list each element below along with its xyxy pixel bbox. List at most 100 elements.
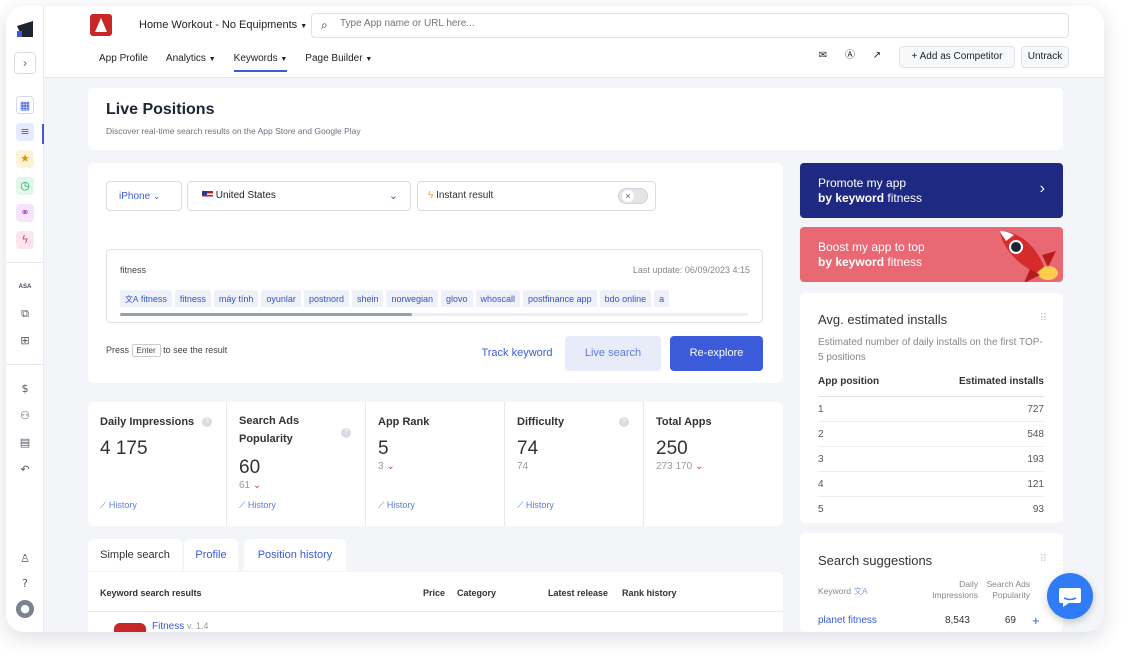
app-search-box[interactable]: ⌕	[311, 13, 1069, 38]
suggestion-keyword[interactable]: planet fitness	[818, 615, 877, 626]
tab-profile[interactable]: Profile	[184, 539, 238, 571]
keyword-chip[interactable]: postfinance app	[523, 290, 597, 307]
history-link[interactable]: ⟋ History	[239, 500, 276, 511]
caret-down-icon: ▼	[280, 56, 288, 63]
asa-icon[interactable]: ASA	[16, 278, 34, 296]
scrollbar-thumb[interactable]	[120, 313, 412, 316]
re-explore-button[interactable]: Re-explore	[670, 336, 763, 371]
chart-icon: ⟋	[239, 500, 246, 510]
live-search-button[interactable]: Live search	[565, 336, 661, 371]
external-link-icon[interactable]: ↗	[866, 46, 888, 68]
expand-sidebar-button[interactable]: ›	[14, 52, 36, 74]
stat-sub: 61 ⌄	[239, 480, 261, 491]
app-search-input[interactable]	[340, 18, 940, 29]
keyword-query: fitness	[120, 265, 147, 275]
keyword-chip[interactable]: oyunlar	[261, 290, 301, 307]
keyword-chip[interactable]: whoscall	[475, 290, 521, 307]
stat-value: 60	[239, 457, 261, 478]
stat-sub: 3 ⌄	[378, 461, 395, 472]
device-select[interactable]: iPhone ⌄	[106, 181, 182, 211]
chevron-down-icon: ⌄	[152, 191, 161, 201]
history-link[interactable]: ⟋ History	[378, 500, 415, 511]
dollar-icon[interactable]: $	[16, 380, 34, 398]
col-search-ads: Search Ads Popularity	[986, 579, 1030, 600]
bolt-icon[interactable]: ϟ	[16, 231, 34, 249]
keyword-chip[interactable]: fitness	[174, 290, 211, 307]
chip-label: fitness	[140, 294, 167, 304]
top-nav: App Profile Analytics ▼ Keywords ▼ Page …	[99, 53, 372, 72]
keyword-chip[interactable]: máy tính	[213, 290, 259, 307]
nav-keywords[interactable]: Keywords ▼	[233, 53, 288, 72]
boost-keyword: fitness	[887, 255, 923, 269]
stat-value: 4 175	[100, 438, 148, 459]
tab-simple-search[interactable]: Simple search	[88, 539, 182, 571]
sidebar-divider	[6, 262, 44, 263]
undo-icon[interactable]: ↶	[16, 461, 34, 479]
logo-icon[interactable]	[16, 20, 34, 38]
stat-search-ads-popularity: Search Ads Popularity ? 60 61 ⌄ ⟋ Histor…	[227, 402, 366, 526]
keyword-chip[interactable]: a	[654, 290, 670, 307]
keyword-chip[interactable]: shein	[351, 290, 384, 307]
drag-handle-icon[interactable]: ⠿	[1040, 313, 1047, 324]
table-row: 5 93	[818, 497, 1044, 522]
result-app-icon[interactable]	[114, 623, 146, 632]
calendar-icon[interactable]: ▤	[16, 434, 34, 452]
keyword-chip[interactable]: postnord	[303, 290, 349, 307]
app-icon[interactable]	[90, 14, 112, 36]
results-header-rank[interactable]: Rank history	[622, 588, 677, 598]
keyword-chip[interactable]: norwegian	[386, 290, 439, 307]
page-subtitle: Discover real-time search results on the…	[106, 126, 361, 136]
team-icon[interactable]: ♙	[16, 550, 34, 568]
add-keyword-icon[interactable]: +	[1032, 613, 1040, 628]
keyword-chip[interactable]: bdo online	[599, 290, 652, 307]
history-label: History	[108, 500, 137, 510]
clock-icon[interactable]: ◷	[16, 177, 34, 195]
suggestion-ads: 69	[1004, 615, 1016, 626]
promote-banner[interactable]: Promote my app by keyword fitness ›	[800, 163, 1063, 218]
keyword-chip[interactable]: 文A fitness	[120, 290, 172, 307]
add-competitor-button[interactable]: + Add as Competitor	[899, 46, 1015, 68]
row-value: 193	[1027, 454, 1044, 465]
nav-keywords-label: Keywords	[233, 53, 278, 64]
track-keyword-button[interactable]: Track keyword	[476, 336, 558, 371]
nav-analytics[interactable]: Analytics ▼	[166, 53, 216, 64]
compare-icon[interactable]: ⧉	[16, 305, 34, 323]
dashboard-icon[interactable]: ▦	[16, 96, 34, 114]
boost-banner[interactable]: Boost my app to top by keyword fitness	[800, 227, 1063, 282]
history-link[interactable]: ⟋ History	[100, 500, 137, 511]
results-header-category[interactable]: Category	[457, 588, 496, 598]
network-icon[interactable]: ⚭	[16, 204, 34, 222]
nav-analytics-label: Analytics	[165, 53, 206, 64]
info-icon[interactable]: ?	[341, 428, 351, 438]
tab-position-history[interactable]: Position history	[244, 539, 346, 571]
stat-value: 250	[656, 438, 688, 459]
country-select[interactable]: United States ⌄	[187, 181, 411, 211]
keywords-icon[interactable]: ≡	[16, 123, 34, 141]
history-link[interactable]: ⟋ History	[517, 500, 554, 511]
results-header-release[interactable]: Latest release	[548, 588, 608, 598]
avatar[interactable]: ●	[16, 600, 34, 618]
results-header-price[interactable]: Price	[423, 588, 445, 598]
app-selector[interactable]: Home Workout - No Equipments ▼	[139, 19, 307, 31]
keyword-box[interactable]: fitness Last update: 06/09/2023 4:15 文A …	[106, 249, 763, 323]
row-position: 1	[818, 404, 824, 415]
help-icon[interactable]: ?	[16, 575, 34, 593]
keyword-chip[interactable]: glovo	[441, 290, 473, 307]
untrack-button[interactable]: Untrack	[1021, 46, 1069, 68]
mail-icon[interactable]: ✉	[812, 46, 834, 68]
chips-scrollbar[interactable]	[120, 313, 748, 316]
nav-page-builder[interactable]: Page Builder ▼	[305, 53, 372, 64]
nav-app-profile[interactable]: App Profile	[99, 53, 148, 64]
appstore-icon[interactable]: Ⓐ	[839, 46, 861, 68]
drag-handle-icon[interactable]: ⠿	[1040, 554, 1047, 565]
info-icon[interactable]: ?	[202, 417, 212, 427]
chat-button[interactable]	[1047, 573, 1093, 619]
users-icon[interactable]: ⚇	[16, 407, 34, 425]
book-icon[interactable]: ⊞	[16, 332, 34, 350]
info-icon[interactable]: ?	[619, 417, 629, 427]
hint-press: Press	[106, 345, 130, 355]
result-app-name[interactable]: Fitness v. 1.4	[152, 621, 208, 632]
stat-title: App Rank	[378, 416, 430, 428]
instant-result-toggle[interactable]	[618, 188, 648, 204]
star-icon[interactable]: ★	[16, 150, 34, 168]
